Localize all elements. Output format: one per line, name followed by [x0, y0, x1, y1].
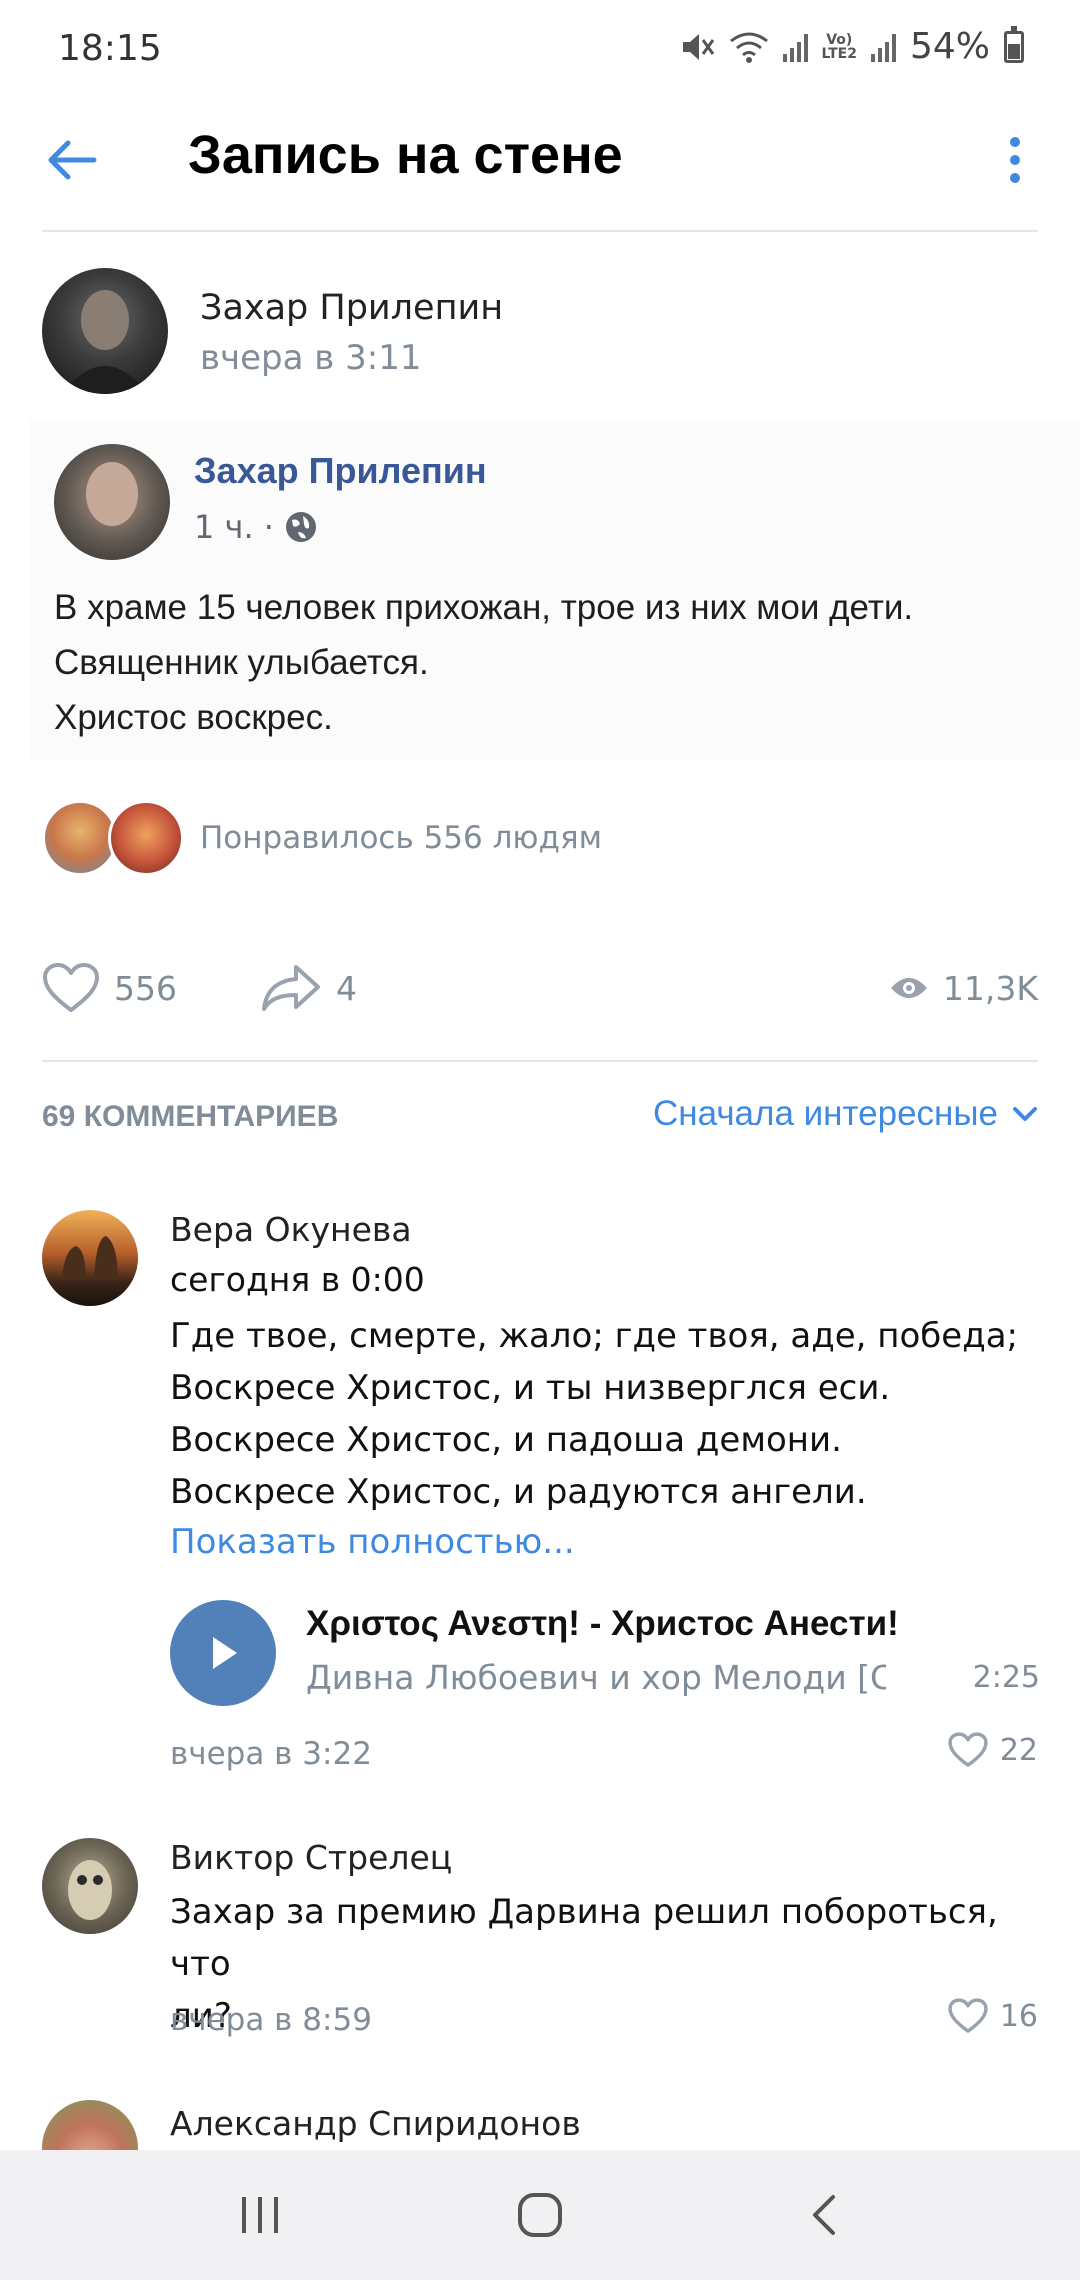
embed-time: 1 ч. · [194, 508, 318, 546]
share-icon [262, 965, 320, 1011]
comment-avatar[interactable] [42, 1210, 138, 1306]
like-count: 556 [114, 968, 177, 1008]
comment-like-count: 16 [999, 1998, 1038, 2034]
comment-like-button[interactable]: 22 [948, 1732, 1038, 1768]
sort-dropdown[interactable]: Сначала интересные [653, 1094, 1038, 1134]
globe-icon [285, 512, 316, 542]
back-button[interactable] [42, 130, 102, 190]
comment-author[interactable]: Вера Окунева [170, 1210, 412, 1249]
comment-line: Воскресе Христос, и падоша демони. [170, 1420, 842, 1460]
comment: Александр Спиридонов [0, 2100, 1080, 2150]
comment-date: вчера в 8:59 [170, 2002, 372, 2038]
show-more-link[interactable]: Показать полностью... [170, 1522, 575, 1562]
comment-line: Воскресе Христос, и радуются ангели. [170, 1472, 867, 1512]
recent-apps-button[interactable] [220, 2180, 300, 2250]
play-button[interactable] [170, 1600, 276, 1706]
embed-author-name: Захар Прилепин [194, 450, 487, 491]
sort-label: Сначала интересные [653, 1094, 998, 1133]
embed-line: В храме 15 человек прихожан, трое из них… [54, 588, 914, 627]
comment-text: Где твое, смерте, жало; где твоя, аде, п… [170, 1310, 1050, 1518]
post-actions: 556 4 11,3K [42, 950, 1038, 1026]
top-bar: Запись на стене [0, 100, 1080, 232]
comment: Виктор Стрелец Захар за премию Дарвина р… [0, 1838, 1080, 2038]
audio-title[interactable]: Χριστος Ανεστη! - Христос Анести! [306, 1604, 899, 1644]
signal-icon [782, 32, 808, 62]
heart-icon [948, 1998, 988, 2033]
comment: Вера Окунева сегодня в 0:00 Где твое, см… [0, 1210, 1080, 1790]
status-icons: Vo) LTE2 54% [681, 25, 1024, 67]
embed-line: Христос воскрес. [54, 698, 333, 737]
status-bar: 18:15 Vo) LTE2 54% [0, 0, 1080, 100]
more-menu-button[interactable] [990, 130, 1040, 190]
share-button[interactable]: 4 [260, 950, 357, 1026]
mute-icon [682, 33, 714, 60]
comment-author[interactable]: Виктор Стрелец [170, 1838, 452, 1877]
heart-icon [948, 1732, 988, 1767]
post-author-name[interactable]: Захар Прилепин [200, 288, 503, 328]
view-count: 11,3K [942, 968, 1038, 1008]
actions-divider [42, 1060, 1038, 1062]
home-icon [518, 2193, 562, 2237]
audio-attachment: Χριστος Ανεστη! - Христос Анести! Дивна … [170, 1600, 1040, 1710]
eye-icon [890, 978, 927, 998]
post-time: вчера в 3:11 [200, 338, 422, 378]
comment-date: вчера в 3:22 [170, 1736, 372, 1772]
embed-text: В храме 15 человек прихожан, трое из них… [54, 580, 1074, 745]
liker-avatar [108, 800, 184, 876]
embed-line: Священник улыбается. [54, 643, 429, 682]
chevron-left-icon [813, 2195, 835, 2235]
comment-author[interactable]: Александр Спиридонов [170, 2104, 581, 2143]
comment-line: Где твое, смерте, жало; где твоя, аде, п… [170, 1316, 1018, 1356]
audio-duration: 2:25 [972, 1660, 1040, 1695]
author-avatar[interactable] [42, 268, 168, 394]
chevron-down-icon [1013, 1107, 1037, 1121]
home-button[interactable] [500, 2180, 580, 2250]
signal-icon-2 [870, 32, 896, 62]
liker-avatar [42, 800, 118, 876]
play-icon [213, 1637, 237, 1669]
page-title: Запись на стене [188, 125, 623, 185]
embed-avatar [54, 444, 170, 560]
battery-level: 54% [909, 26, 990, 67]
heart-icon [43, 963, 99, 1012]
status-time: 18:15 [58, 28, 162, 69]
comment-avatar[interactable] [42, 2100, 138, 2150]
likes-summary[interactable]: Понравилось 556 людям [42, 800, 1042, 876]
share-count: 4 [336, 968, 357, 1008]
system-back-button[interactable] [784, 2180, 864, 2250]
wifi-icon [729, 32, 768, 63]
network-label: Vo) LTE2 [821, 31, 857, 62]
header-divider [42, 230, 1038, 232]
likes-text: Понравилось 556 людям [200, 820, 602, 856]
more-dots-icon [1010, 137, 1020, 147]
comments-count: 69 КОММЕНТАРИЕВ [42, 1100, 339, 1133]
comment-like-button[interactable]: 16 [948, 1998, 1038, 2034]
battery-icon [1004, 25, 1024, 63]
like-button[interactable]: 556 [42, 950, 177, 1026]
comment-line: Воскресе Христос, и ты низверглся еси. [170, 1368, 891, 1408]
comment-time: сегодня в 0:00 [170, 1260, 425, 1299]
post-image[interactable]: Захар Прилепин 1 ч. · В храме 15 человек… [30, 420, 1080, 760]
views: 11,3K [889, 950, 1038, 1026]
comment-like-count: 22 [999, 1732, 1038, 1768]
comment-avatar[interactable] [42, 1838, 138, 1934]
recent-apps-icon [242, 2197, 278, 2233]
embed-time-text: 1 ч. · [194, 508, 274, 546]
audio-artist[interactable]: Дивна Любоевич и хор Мелоди [Се... [306, 1658, 886, 1697]
comment-line: Захар за премию Дарвина решил побороться… [170, 1892, 998, 1984]
system-nav-bar [0, 2150, 1080, 2280]
arrow-left-icon [48, 140, 97, 180]
